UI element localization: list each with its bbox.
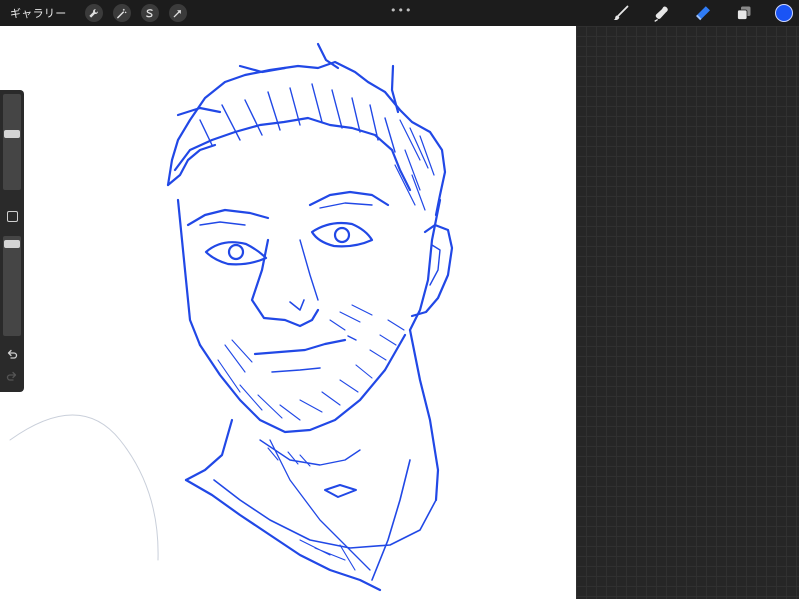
smudge-icon [654, 6, 668, 22]
transform-arrow-icon [173, 9, 181, 17]
eraser-icon [696, 6, 710, 21]
opacity-slider-knob[interactable] [4, 240, 20, 248]
smudge-tool[interactable] [652, 3, 672, 23]
gallery-button[interactable]: ギャラリー [10, 5, 67, 21]
workspace-background [576, 26, 799, 599]
opacity-slider[interactable] [3, 236, 21, 336]
redo-icon[interactable] [6, 370, 18, 382]
selection-icon [146, 8, 153, 17]
face-sketch [9, 42, 454, 592]
brush-size-slider-knob[interactable] [4, 130, 20, 138]
wrench-icon [89, 8, 98, 18]
drawing-canvas[interactable] [0, 26, 576, 599]
more-menu[interactable]: ••• [390, 4, 412, 17]
selection-button[interactable] [140, 4, 159, 22]
brush-icon [613, 5, 629, 21]
layers-button[interactable] [734, 3, 754, 23]
color-picker-button[interactable] [775, 4, 793, 22]
left-sidebar [0, 90, 24, 392]
brush-size-slider[interactable] [3, 94, 21, 190]
transform-button[interactable] [168, 4, 187, 22]
brush-tool[interactable] [611, 3, 631, 23]
eraser-tool[interactable] [693, 3, 713, 23]
actions-button[interactable] [84, 4, 103, 22]
top-toolbar: ギャラリー ••• [0, 0, 799, 26]
right-tools [611, 0, 799, 26]
magic-wand-icon [117, 8, 127, 18]
adjustments-button[interactable] [112, 4, 131, 22]
undo-icon[interactable] [6, 348, 18, 360]
layers-icon [737, 6, 751, 20]
modify-button[interactable] [7, 211, 18, 222]
